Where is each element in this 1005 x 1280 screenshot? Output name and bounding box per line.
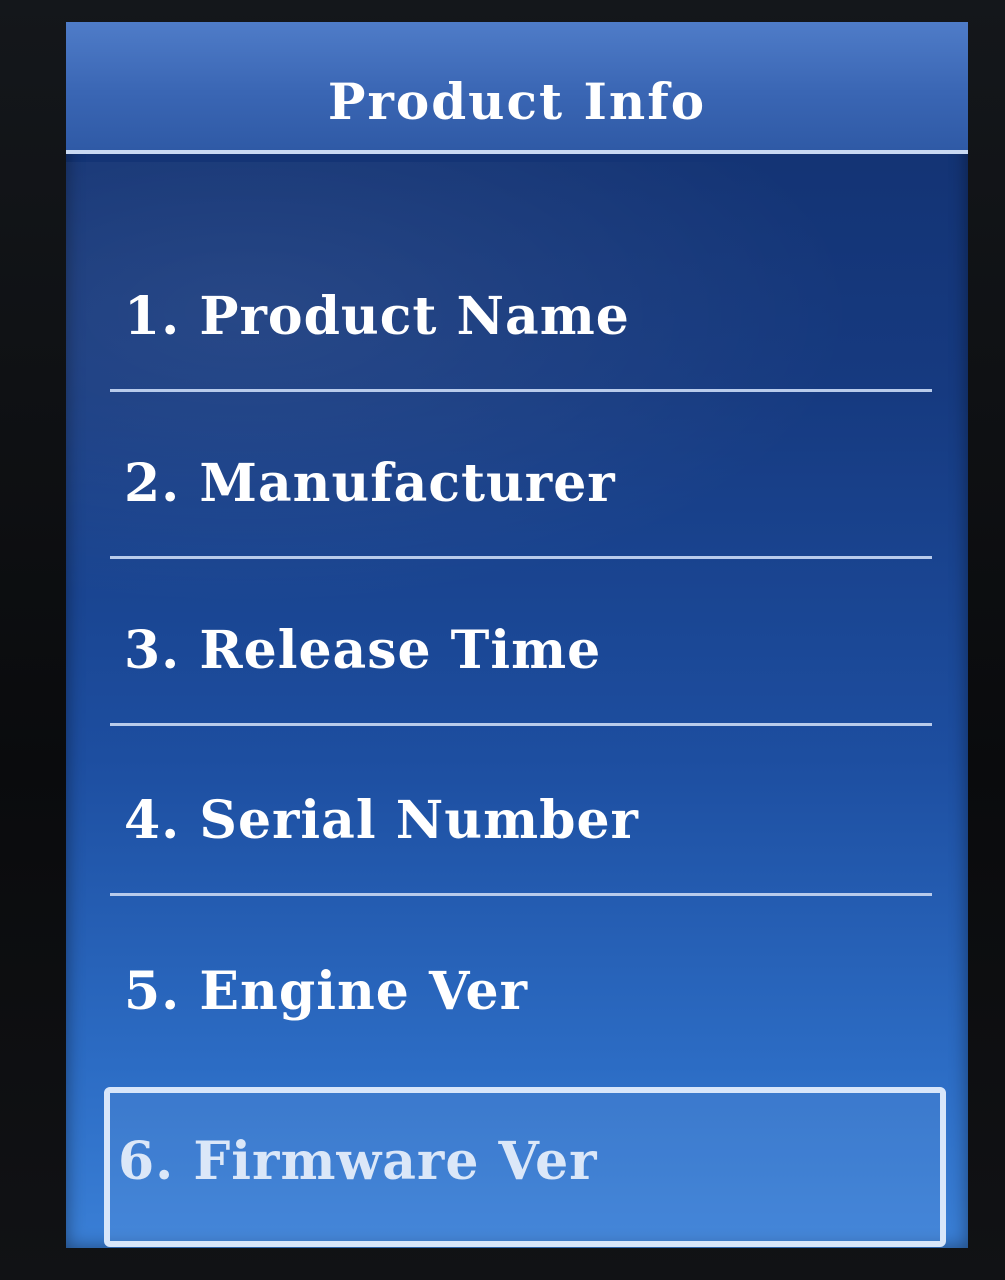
menu-item-label: 5. Engine Ver [124,961,528,1022]
menu-item-label: 1. Product Name [124,286,630,347]
title-bar: Product Info [66,22,968,154]
menu-item-release-time[interactable]: 3. Release Time [110,576,932,726]
menu-item-label: 2. Manufacturer [124,453,616,514]
menu-divider [110,893,932,896]
menu-item-manufacturer[interactable]: 2. Manufacturer [110,409,932,559]
menu-item-label: 4. Serial Number [124,790,639,851]
menu-divider [110,389,932,392]
page-title: Product Info [327,72,707,131]
menu-item-product-name[interactable]: 1. Product Name [110,242,932,392]
menu-item-firmware-ver[interactable]: 6. Firmware Ver [104,1087,946,1247]
menu-item-label: 3. Release Time [124,620,602,681]
device-bezel: Product Info 1. Product Name 2. Manufact… [0,0,1005,1280]
menu-item-serial-number[interactable]: 4. Serial Number [110,746,932,896]
menu-item-label: 6. Firmware Ver [118,1131,598,1192]
menu-item-engine-ver[interactable]: 5. Engine Ver [110,917,932,1067]
menu-divider [110,723,932,726]
lcd-screen: Product Info 1. Product Name 2. Manufact… [66,22,968,1248]
menu-divider [110,556,932,559]
